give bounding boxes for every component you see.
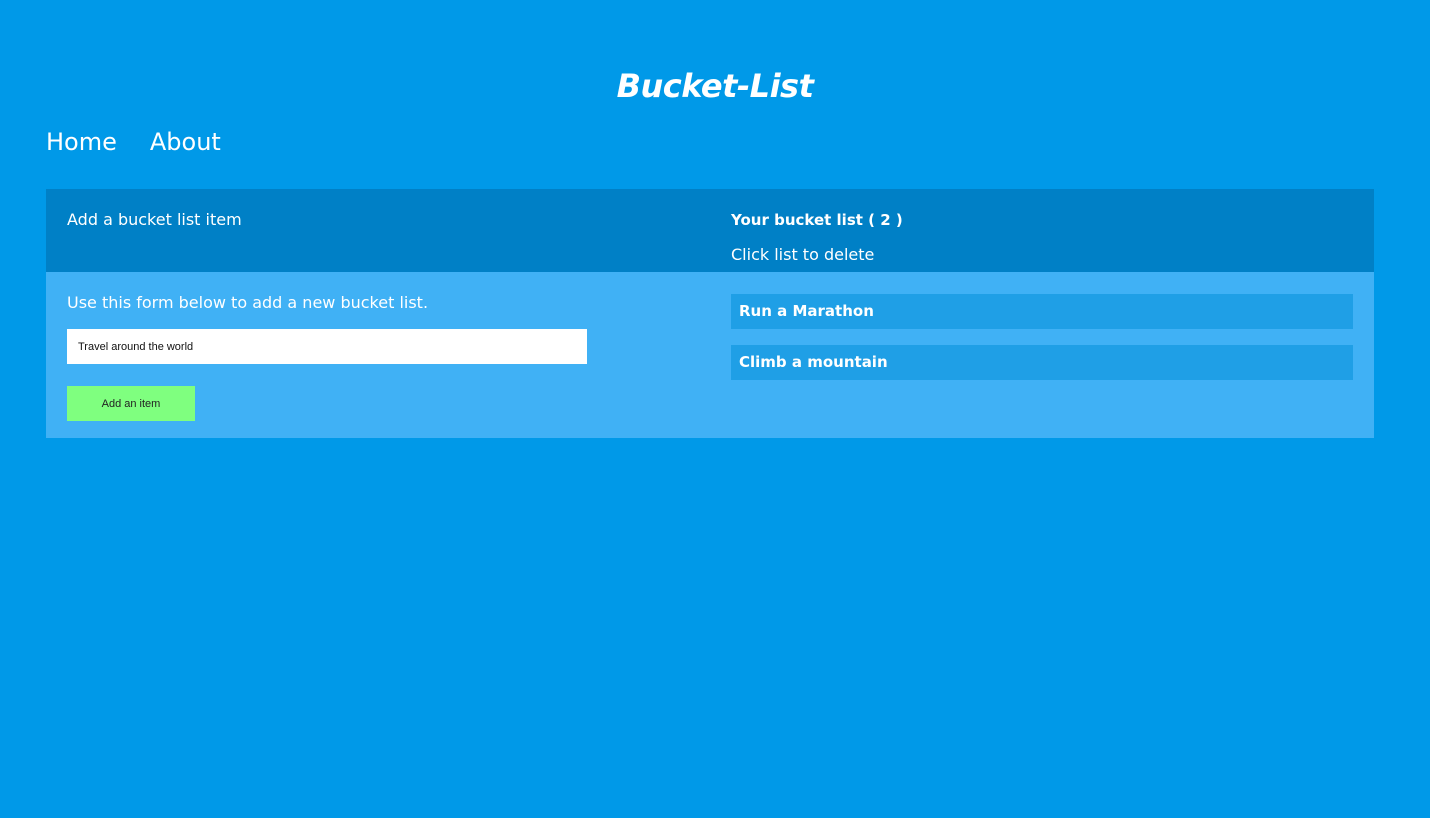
- bucket-list: Run a Marathon Climb a mountain: [731, 294, 1353, 396]
- panel-header: Add a bucket list item Your bucket list …: [46, 189, 1374, 272]
- nav-link-home[interactable]: Home: [46, 126, 117, 158]
- add-item-heading: Add a bucket list item: [67, 210, 242, 229]
- main-nav: Home About: [46, 126, 221, 158]
- bucket-item-input[interactable]: [67, 329, 587, 364]
- delete-hint: Click list to delete: [731, 245, 875, 264]
- add-item-button[interactable]: Add an item: [67, 386, 195, 421]
- bucket-list-panel: Add a bucket list item Your bucket list …: [46, 189, 1374, 438]
- nav-link-about[interactable]: About: [150, 126, 221, 158]
- bucket-list-heading: Your bucket list ( 2 ): [731, 211, 903, 229]
- bucket-list-item-climb-mountain[interactable]: Climb a mountain: [731, 345, 1353, 380]
- panel-body: Use this form below to add a new bucket …: [46, 272, 1374, 438]
- form-instructions: Use this form below to add a new bucket …: [67, 293, 429, 312]
- app-title: Bucket-List: [616, 67, 814, 105]
- bucket-list-item-run-marathon[interactable]: Run a Marathon: [731, 294, 1353, 329]
